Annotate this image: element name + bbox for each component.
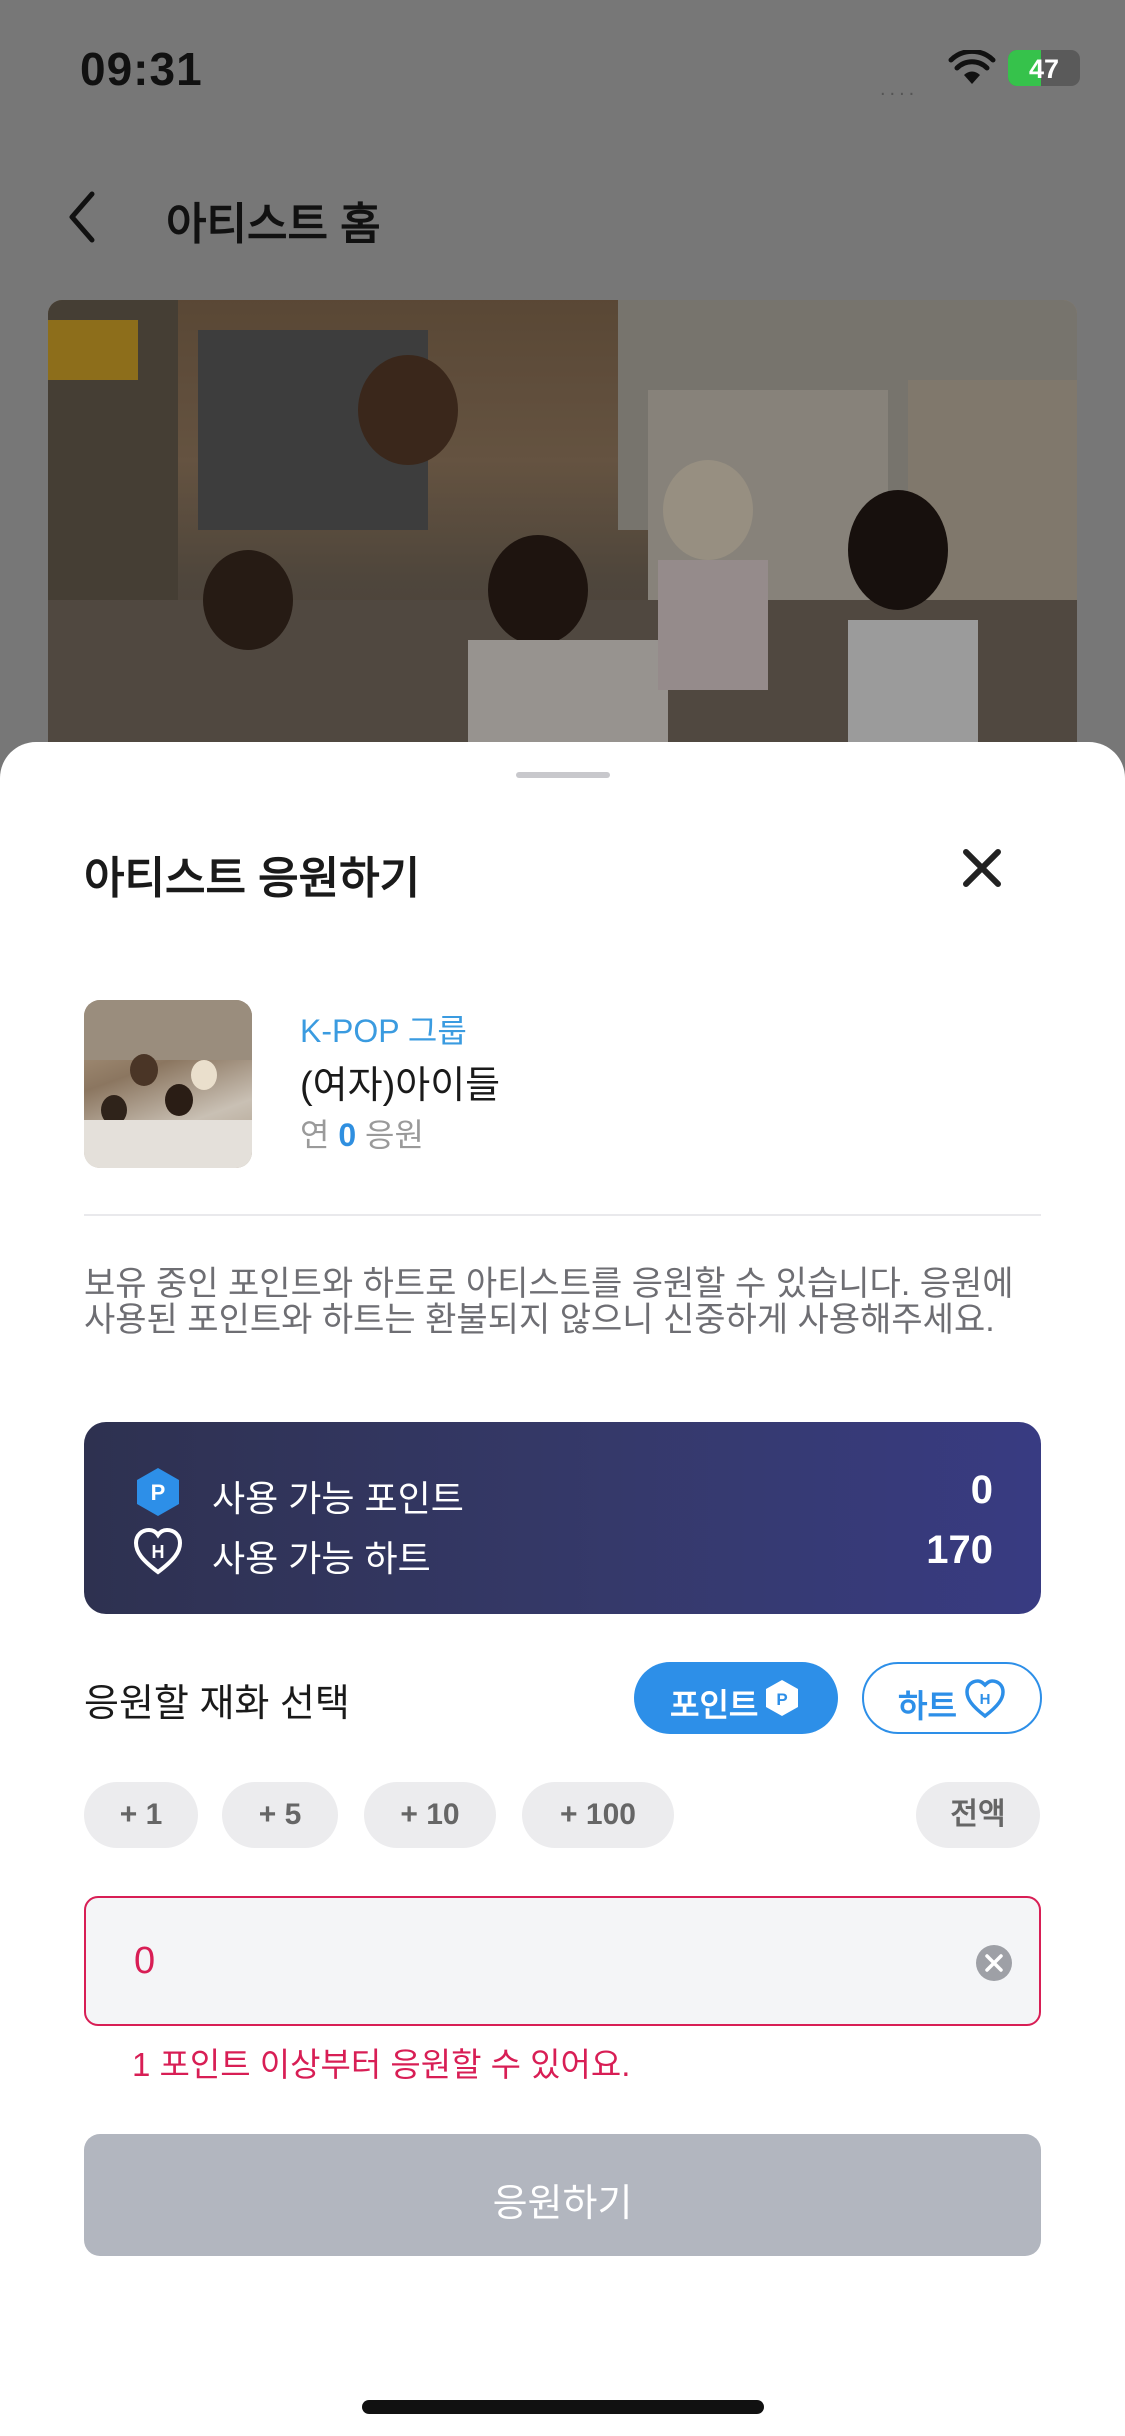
support-bottom-sheet: 아티스트 응원하기 K-POP 그룹 (여자)아이들 연 0 응원 보유 중인 … [0,742,1125,2436]
currency-select-label: 응원할 재화 선택 [84,1683,350,1725]
support-submit-button[interactable]: 응원하기 [84,2134,1041,2256]
heart-button-label: 하트 [898,1688,957,1724]
back-chevron-icon[interactable] [62,188,110,246]
artist-name: (여자)아이들 [300,1065,501,1107]
points-label: 사용 가능 포인트 [212,1478,464,1519]
close-icon[interactable] [958,844,1006,892]
signal-icon: .... [880,78,919,100]
amount-chip-1[interactable]: + 1 [84,1782,198,1848]
point-icon-letter: P [151,1480,166,1505]
clear-icon[interactable] [975,1944,1013,1982]
submit-label: 응원하기 [492,2183,633,2225]
heart-icon: H [133,1527,183,1575]
points-balance-row: P 사용 가능 포인트 0 [132,1462,993,1519]
status-bar: 09:31 .... 47 [0,0,1125,140]
amount-chip-100[interactable]: + 100 [522,1782,674,1848]
page-title: 아티스트 홈 [166,200,381,249]
battery-level: 47 [1028,54,1060,84]
svg-text:H: H [980,1691,991,1708]
amount-input-value[interactable]: 0 [134,1940,155,1983]
artist-banner-image [48,300,1077,760]
amount-chip-10[interactable]: + 10 [364,1782,496,1848]
artist-thumbnail [84,1000,252,1168]
hearts-value: 170 [926,1528,993,1572]
heart-icon: H [965,1679,1005,1719]
amount-input[interactable]: 0 [84,1896,1041,2026]
amount-error-message: 1 포인트 이상부터 응원할 수 있어요. [132,2046,631,2083]
point-icon: P [137,1468,179,1516]
battery-icon: 47 [1008,50,1080,86]
artist-support-count: 연 0 응원 [300,1110,424,1156]
artist-category: K-POP 그룹 [300,1013,467,1049]
balance-card: P 사용 가능 포인트 0 H 사용 가능 하트 170 [84,1422,1041,1614]
amount-chip-5[interactable]: + 5 [222,1782,338,1848]
currency-point-button[interactable]: 포인트 P [634,1662,838,1734]
hearts-balance-row: H 사용 가능 하트 170 [132,1522,993,1579]
points-value: 0 [970,1468,993,1512]
amount-chip-all[interactable]: 전액 [916,1782,1040,1848]
wifi-icon [948,50,996,84]
home-indicator[interactable] [362,2400,764,2414]
hearts-label: 사용 가능 하트 [212,1538,431,1579]
divider [84,1214,1041,1216]
svg-text:P: P [776,1690,787,1709]
sheet-title: 아티스트 응원하기 [84,854,421,903]
status-time: 09:31 [80,43,203,95]
stat-value: 0 [338,1117,357,1153]
support-description: 보유 중인 포인트와 하트로 아티스트를 응원할 수 있습니다. 응원에 사용된… [84,1265,1014,1339]
stat-prefix: 연 [300,1117,330,1153]
heart-icon-letter: H [152,1542,165,1562]
point-icon: P [766,1680,798,1716]
sheet-grabber[interactable] [516,772,610,778]
point-button-label: 포인트 [670,1687,759,1723]
currency-heart-button[interactable]: 하트 H [862,1662,1042,1734]
stat-suffix: 응원 [365,1117,424,1153]
